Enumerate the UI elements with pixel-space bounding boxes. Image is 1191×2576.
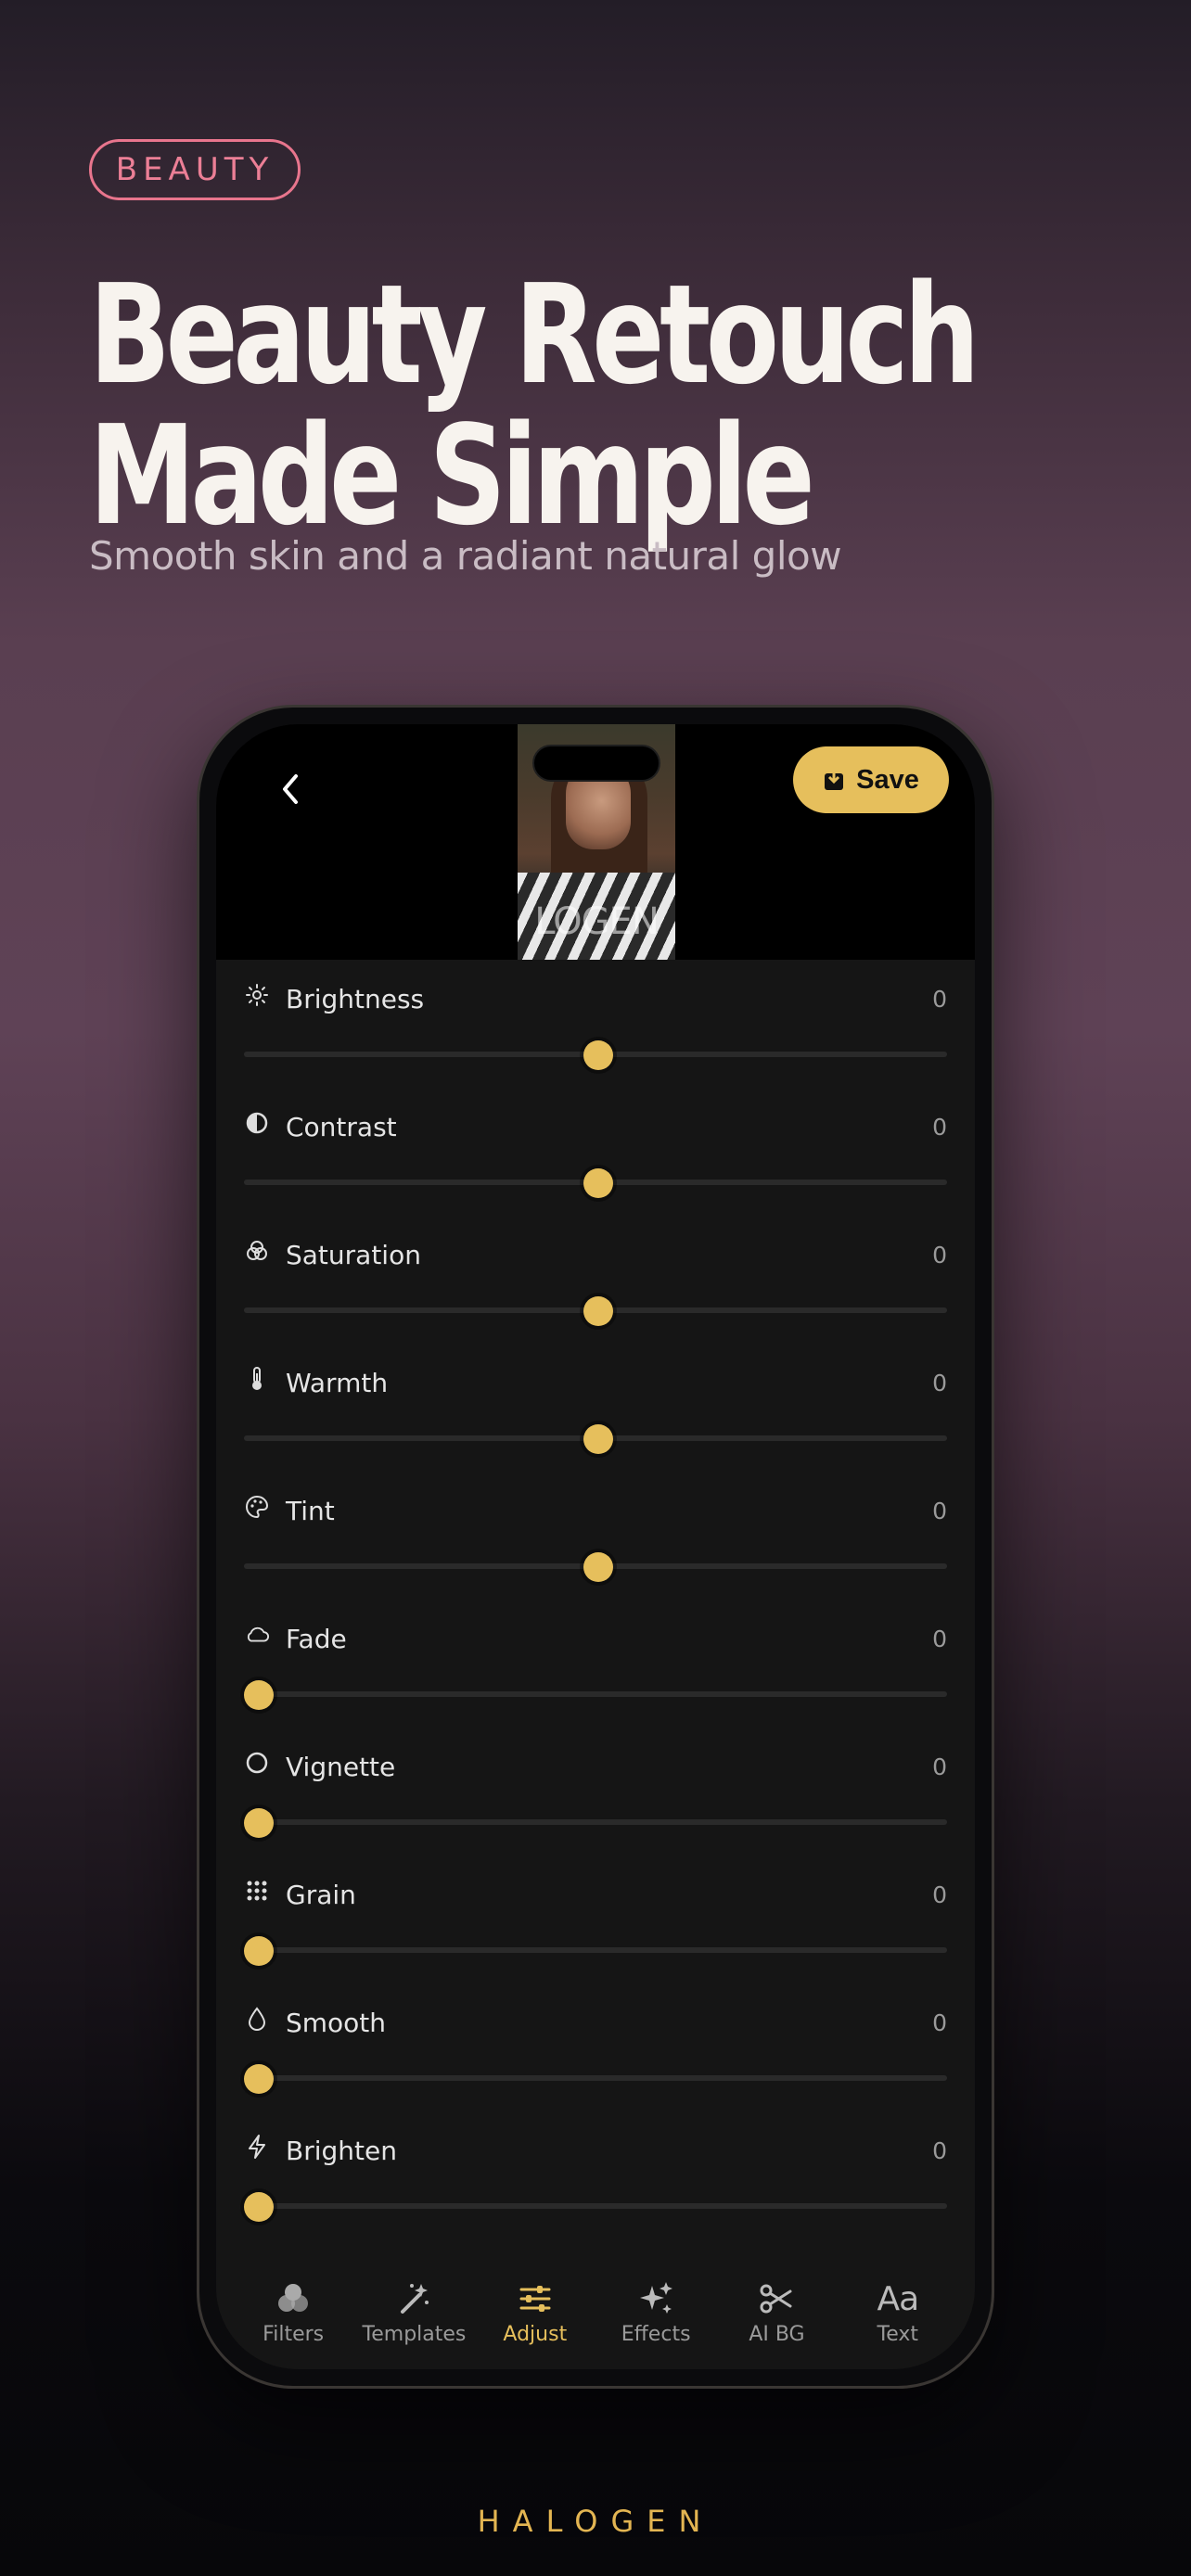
slider-tint[interactable]: Tint 0 [216,1472,975,1600]
slider-label: Vignette [286,1752,396,1782]
slider-vignette[interactable]: Vignette 0 [216,1728,975,1855]
slider-value: 0 [932,2009,947,2036]
brand-name: HALOGEN [477,2504,714,2539]
slider-value: 0 [932,1626,947,1652]
slider-thumb[interactable] [244,2192,274,2222]
tab-label: Adjust [503,2323,568,2346]
editor-top-bar: LOGEN Save [216,724,975,960]
filters-icon [275,2278,312,2319]
scissors-icon [758,2278,795,2319]
category-badge: BEAUTY [89,139,301,200]
slider-label: Smooth [286,2008,387,2038]
slider-grain[interactable]: Grain 0 [216,1855,975,1983]
saturation-icon [244,1238,270,1264]
page-subheadline: Smooth skin and a radiant natural glow [89,533,842,579]
slider-track[interactable] [244,1819,947,1825]
tab-templates[interactable]: Templates [358,2278,469,2346]
text-icon: Aa [877,2279,919,2318]
page-headline: Beauty Retouch Made Simple [89,255,980,555]
tab-effects[interactable]: Effects [600,2278,711,2346]
slider-label: Saturation [286,1240,421,1270]
slider-thumb[interactable] [244,1936,274,1966]
droplet-icon [244,2006,270,2032]
slider-thumb[interactable] [244,1680,274,1710]
save-button-label: Save [856,764,919,795]
adjustment-list: Brightness 0 Contrast 0 Saturation 0 Warmth 0 Ti… [216,960,975,2239]
slider-label: Warmth [286,1368,389,1398]
tab-ai-bg[interactable]: AI BG [721,2278,832,2346]
tab-text[interactable]: Aa Text [842,2278,954,2347]
tab-label: Effects [621,2323,691,2346]
slider-track[interactable] [244,1947,947,1953]
slider-contrast[interactable]: Contrast 0 [216,1088,975,1216]
sliders-icon [517,2278,554,2319]
tab-filters[interactable]: Filters [237,2278,349,2346]
grid-dots-icon [244,1878,270,1904]
phone-mockup: LOGEN Save Brightness 0 Contrast 0 Saturatio… [197,705,994,2389]
slider-label: Contrast [286,1112,397,1142]
tab-label: Text [877,2323,919,2346]
chevron-left-icon [283,774,298,804]
headline-line-1: Beauty Retouch [89,255,980,414]
slider-thumb[interactable] [244,1808,274,1838]
download-icon [825,768,844,790]
palette-icon [244,1494,270,1520]
tab-label: AI BG [749,2323,805,2346]
tab-label: Templates [362,2323,467,2346]
tab-label: Filters [263,2323,325,2346]
preview-watermark: LOGEN [534,900,660,943]
sun-icon [244,982,270,1008]
slider-label: Brighten [286,2136,397,2166]
cloud-icon [244,1622,270,1648]
tab-adjust[interactable]: Adjust [480,2278,591,2346]
slider-thumb[interactable] [583,1552,613,1582]
contrast-icon [244,1110,270,1136]
slider-track[interactable] [244,1691,947,1697]
slider-thumb[interactable] [244,2064,274,2094]
save-button[interactable]: Save [793,746,949,813]
slider-track[interactable] [244,2075,947,2081]
slider-label: Grain [286,1880,356,1910]
slider-label: Tint [286,1496,335,1526]
headline-line-2: Made Simple [89,396,815,555]
slider-thumb[interactable] [583,1424,613,1454]
magic-wand-icon [395,2278,432,2319]
slider-brighten[interactable]: Brighten 0 [216,2111,975,2239]
editor-tab-bar: Filters Templates Adjust Effects AI BG Aa Text [216,2269,975,2369]
slider-value: 0 [932,1114,947,1141]
dynamic-island [532,745,660,782]
phone-screen: LOGEN Save Brightness 0 Contrast 0 Saturatio… [216,724,975,2369]
slider-thumb[interactable] [583,1296,613,1326]
slider-value: 0 [932,1370,947,1396]
slider-value: 0 [932,1242,947,1269]
lightning-icon [244,2134,270,2160]
slider-thumb[interactable] [583,1168,613,1198]
slider-value: 0 [932,986,947,1013]
slider-thumb[interactable] [583,1040,613,1070]
slider-value: 0 [932,1498,947,1524]
slider-saturation[interactable]: Saturation 0 [216,1216,975,1344]
sparkles-icon [635,2278,676,2319]
slider-value: 0 [932,1881,947,1908]
slider-value: 0 [932,1753,947,1780]
slider-label: Fade [286,1624,347,1654]
thermometer-icon [244,1366,270,1392]
slider-brightness[interactable]: Brightness 0 [216,960,975,1088]
slider-fade[interactable]: Fade 0 [216,1600,975,1728]
back-button[interactable] [263,761,318,817]
slider-warmth[interactable]: Warmth 0 [216,1344,975,1472]
circle-icon [244,1750,270,1776]
slider-value: 0 [932,2137,947,2164]
slider-label: Brightness [286,984,425,1014]
slider-smooth[interactable]: Smooth 0 [216,1983,975,2111]
slider-track[interactable] [244,2203,947,2209]
